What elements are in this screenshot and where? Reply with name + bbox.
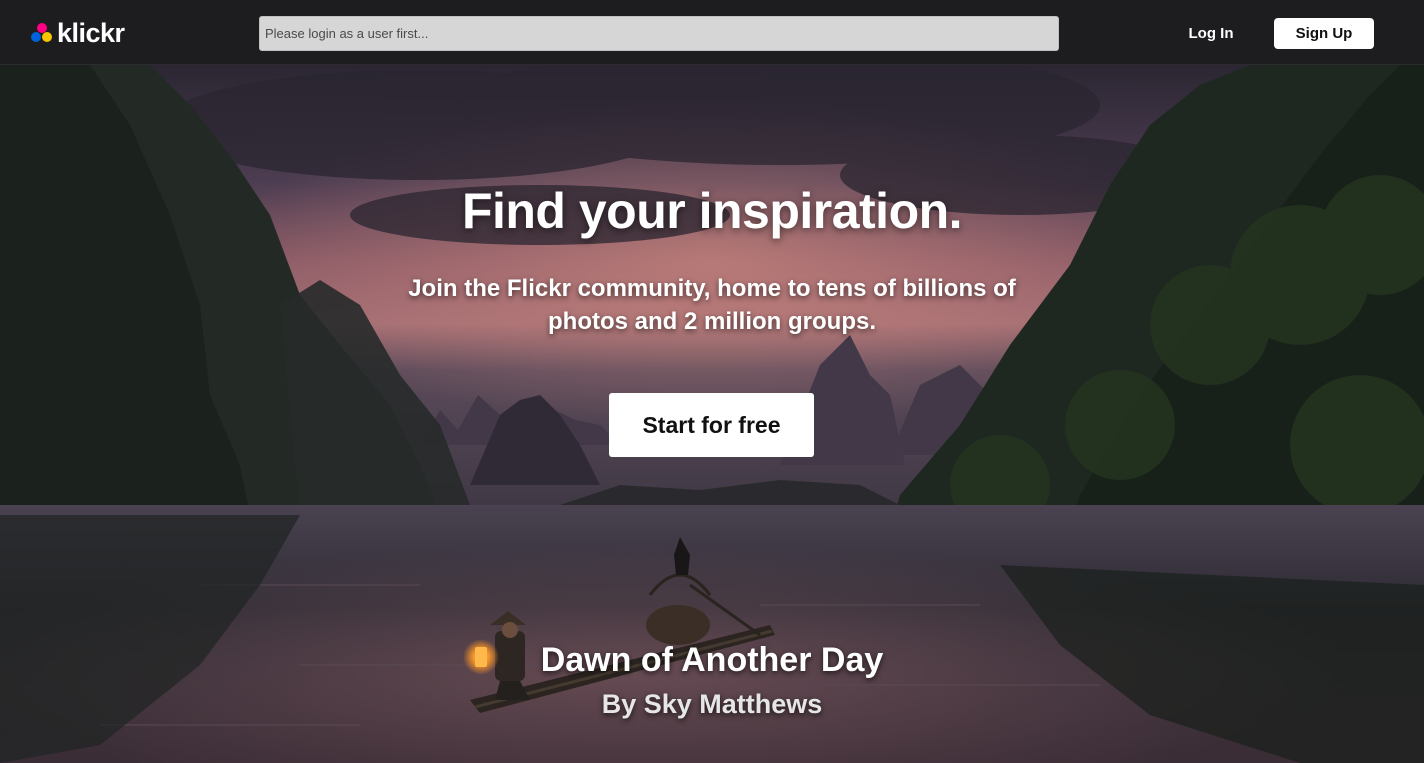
flickr-logo[interactable]: klickr (30, 18, 125, 48)
start-for-free-button[interactable]: Start for free (609, 393, 814, 457)
hero-subtitle: Join the Flickr community, home to tens … (408, 275, 1016, 335)
top-navigation-bar: klickr Log In Sign Up (0, 0, 1424, 65)
signup-button[interactable]: Sign Up (1274, 18, 1374, 49)
flickr-landing-page: klickr Log In Sign Up (0, 0, 1424, 763)
hero-title: Find your inspiration. (461, 183, 963, 239)
hero-section: Find your inspiration. Join the Flickr c… (0, 65, 1424, 763)
logo-text: klickr (57, 18, 125, 48)
photo-author-link[interactable]: By Sky Matthews (0, 689, 1424, 720)
login-link[interactable]: Log In (1172, 18, 1250, 49)
logo-dots-icon (30, 20, 55, 46)
search-input[interactable] (259, 16, 1059, 51)
photo-title: Dawn of Another Day (540, 641, 884, 679)
